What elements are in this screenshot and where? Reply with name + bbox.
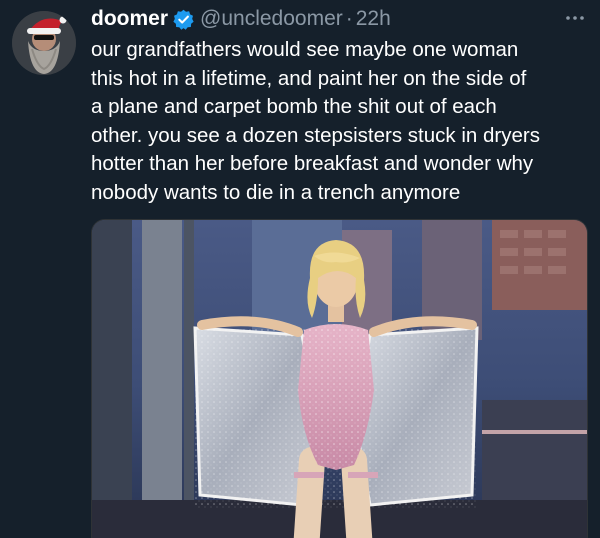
separator-dot: · (345, 7, 353, 30)
tweet-card[interactable]: doomer @uncledoomer · 22h our grandfathe… (0, 0, 600, 538)
tweet-text-line: hotter than her before breakfast and won… (91, 152, 534, 176)
tweet-text-line: this hot in a lifetime, and paint her on… (91, 66, 527, 90)
more-options-icon[interactable] (564, 10, 586, 26)
tweet-text-line: our grandfathers would see maybe one wom… (91, 38, 519, 61)
timestamp[interactable]: 22h (356, 7, 391, 31)
verified-badge-icon (173, 9, 194, 30)
tweet-media-photo[interactable] (91, 219, 588, 538)
handle[interactable]: @uncledoomer (200, 7, 343, 31)
tweet-text-line: nobody wants to die in a trench anymore (91, 180, 461, 204)
avatar-image (12, 11, 76, 75)
tweet-text-line: other. you see a dozen stepsisters stuck… (91, 123, 540, 147)
tweet-text: our grandfathers would see maybe one wom… (91, 36, 591, 208)
photo-performer-on-stage (92, 220, 587, 538)
display-name[interactable]: doomer (91, 7, 168, 31)
avatar[interactable] (12, 11, 76, 75)
tweet-text-line: a plane and carpet bomb the shit out of … (91, 95, 497, 119)
tweet-header: doomer @uncledoomer · 22h (91, 4, 391, 34)
